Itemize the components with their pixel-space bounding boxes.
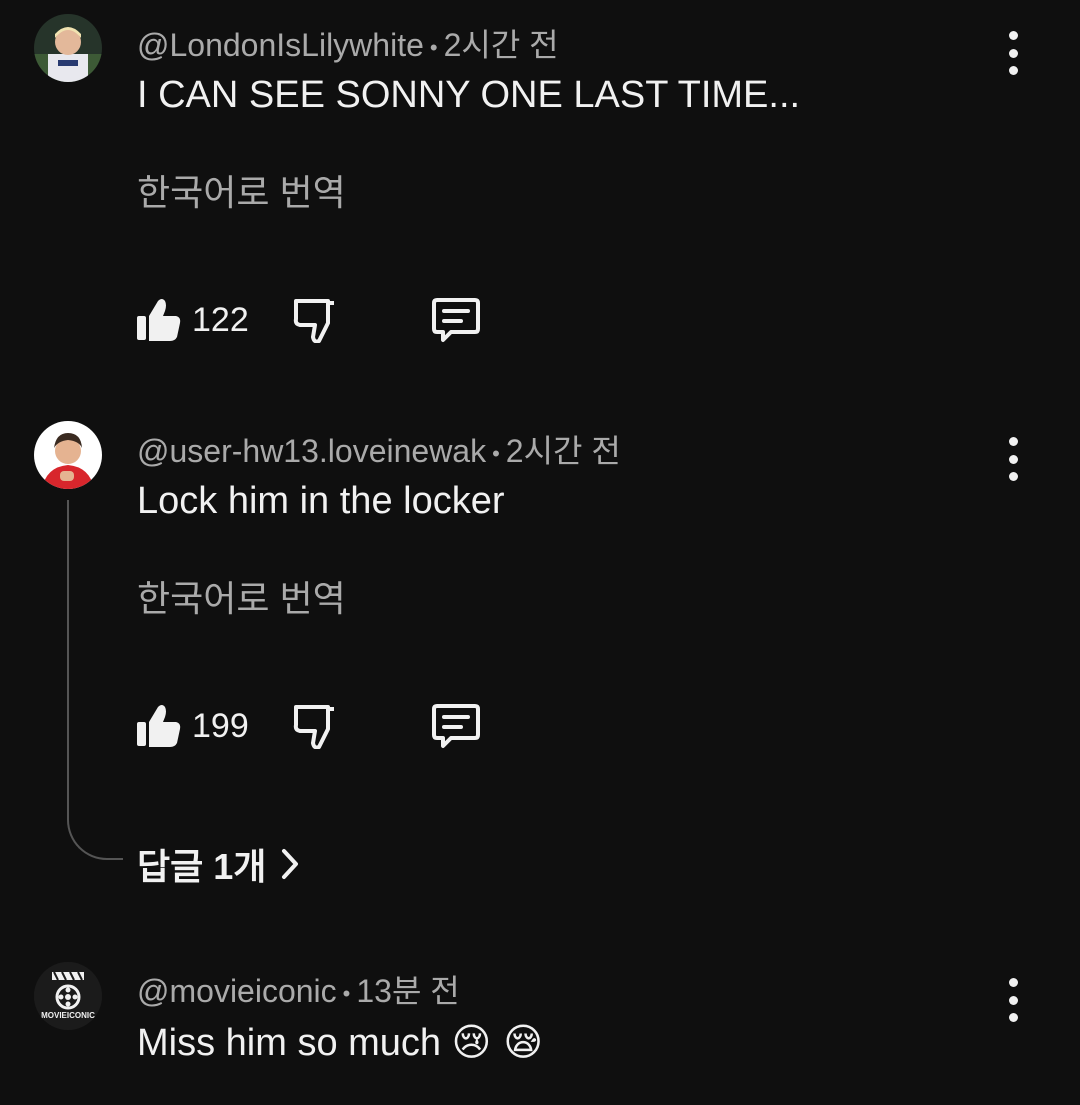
thumbs-down-icon[interactable] <box>292 297 338 343</box>
thumbs-up-icon[interactable] <box>137 297 181 343</box>
more-options-button[interactable] <box>998 31 1028 75</box>
comment-emojis: 😢 😪 <box>451 1020 543 1064</box>
author-handle[interactable]: @movieiconic <box>137 973 337 1009</box>
comment-time: 2시간 전 <box>443 27 559 63</box>
separator-dot: • <box>342 980 351 1006</box>
author-handle[interactable]: @user-hw13.loveinewak <box>137 433 486 469</box>
comment-text: I CAN SEE SONNY ONE LAST TIME... <box>137 74 801 116</box>
comment-actions: 199 <box>137 703 537 753</box>
like-count: 122 <box>192 301 249 339</box>
view-replies-button[interactable]: 답글 1개 <box>137 838 300 890</box>
comment-meta: @LondonIsLilywhite • 2시간 전 <box>137 20 559 66</box>
avatar[interactable]: MOVIEICONIC <box>34 962 102 1030</box>
thumbs-up-icon[interactable] <box>137 703 181 749</box>
comment-actions: 122 <box>137 297 537 347</box>
author-handle[interactable]: @LondonIsLilywhite <box>137 27 424 63</box>
replies-label: 답글 1개 <box>137 846 267 887</box>
more-vertical-icon <box>1008 437 1018 446</box>
comment-text-content: Miss him so much <box>137 1022 442 1064</box>
like-count: 199 <box>192 707 249 745</box>
more-options-button[interactable] <box>998 978 1028 1022</box>
comment-time: 2시간 전 <box>505 433 621 469</box>
chevron-right-icon <box>282 849 299 879</box>
avatar-logo-text: MOVIEICONIC <box>41 1011 95 1020</box>
separator-dot: • <box>429 34 438 60</box>
comment-meta: @user-hw13.loveinewak • 2시간 전 <box>137 426 621 472</box>
translate-link[interactable]: 한국어로 번역 <box>137 570 346 622</box>
more-vertical-icon <box>1008 978 1018 987</box>
comment-icon[interactable] <box>431 703 481 749</box>
separator-dot: • <box>492 440 500 466</box>
thumbs-down-icon[interactable] <box>292 703 338 749</box>
comment-time: 13분 전 <box>356 973 460 1009</box>
translate-link[interactable]: 한국어로 번역 <box>137 164 346 216</box>
avatar[interactable] <box>34 421 102 489</box>
comment-text: Miss him so much 😢 😪 <box>137 1020 543 1065</box>
more-options-button[interactable] <box>998 437 1028 481</box>
more-vertical-icon <box>1008 31 1018 40</box>
thread-line <box>67 500 123 860</box>
comment-text: Lock him in the locker <box>137 480 505 522</box>
avatar[interactable] <box>34 14 102 82</box>
comment-meta: @movieiconic • 13분 전 <box>137 966 460 1012</box>
comment-icon[interactable] <box>431 297 481 343</box>
